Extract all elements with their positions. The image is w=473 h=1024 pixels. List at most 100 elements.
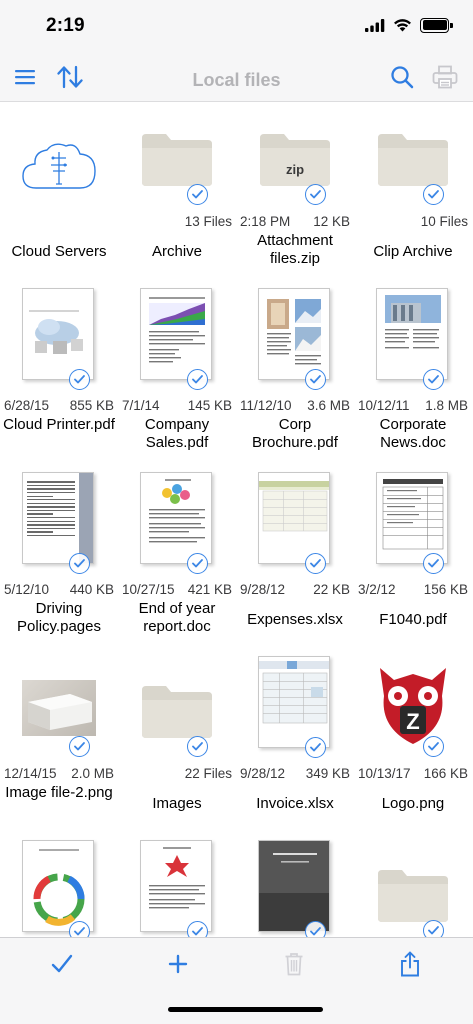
document-thumbnail[interactable]	[22, 472, 94, 564]
file-thumbnail[interactable]	[118, 286, 236, 396]
file-item[interactable]: Cloud Servers	[0, 102, 118, 286]
file-meta: 10/27/15 421 KB	[118, 582, 236, 598]
file-meta: 2:18 PM 12 KB	[236, 214, 354, 230]
file-item[interactable]	[0, 838, 118, 938]
search-button[interactable]	[387, 62, 417, 92]
selection-circle[interactable]	[69, 921, 90, 938]
document-thumbnail[interactable]	[22, 288, 94, 380]
file-item[interactable]: 7/1/14 145 KB Company Sales.pdf	[118, 286, 236, 470]
document-thumbnail[interactable]	[258, 840, 330, 932]
file-date: 3/2/12	[358, 582, 396, 597]
share-button[interactable]	[395, 949, 425, 979]
file-item[interactable]: 12/14/15 2.0 MB Image file-2.png	[0, 654, 118, 838]
file-item[interactable]: 5/12/10 440 KB Driving Policy.pages	[0, 470, 118, 654]
file-thumbnail[interactable]	[118, 838, 236, 938]
selection-circle[interactable]	[69, 553, 90, 574]
file-item[interactable]: 13 Files Archive	[118, 102, 236, 286]
document-thumbnail[interactable]	[376, 472, 448, 564]
checkmark-icon	[51, 954, 73, 973]
selection-circle[interactable]	[305, 737, 326, 758]
file-item[interactable]: 10/12/11 1.8 MB Corporate News.doc	[354, 286, 472, 470]
selection-circle[interactable]	[187, 369, 208, 390]
image-thumbnail[interactable]	[22, 680, 96, 736]
file-thumbnail[interactable]	[0, 286, 118, 396]
file-item[interactable]	[354, 838, 472, 938]
selection-circle[interactable]	[69, 369, 90, 390]
selection-circle[interactable]	[187, 921, 208, 938]
print-button[interactable]	[430, 62, 460, 92]
document-thumbnail[interactable]	[376, 288, 448, 380]
select-button[interactable]	[47, 949, 77, 979]
file-thumbnail[interactable]	[354, 470, 472, 580]
zip-label: zip	[285, 162, 305, 177]
document-thumbnail[interactable]	[22, 840, 94, 932]
file-item[interactable]: 11/12/10 3.6 MB Corp Brochure.pdf	[236, 286, 354, 470]
selection-circle[interactable]	[305, 921, 326, 938]
file-thumbnail[interactable]	[118, 654, 236, 764]
file-item[interactable]: 10 Files Clip Archive	[354, 102, 472, 286]
selection-circle[interactable]	[305, 184, 326, 205]
wifi-icon	[394, 19, 411, 32]
selection-circle[interactable]	[305, 369, 326, 390]
selection-circle[interactable]	[187, 553, 208, 574]
file-item[interactable]: 6/28/15 855 KB Cloud Printer.pdf	[0, 286, 118, 470]
file-item[interactable]: 9/28/12 349 KB Invoice.xlsx	[236, 654, 354, 838]
selection-circle[interactable]	[187, 184, 208, 205]
checkmark-icon	[74, 742, 85, 751]
file-size: 421 KB	[187, 582, 232, 597]
file-thumbnail[interactable]	[236, 838, 354, 938]
checkmark-icon	[74, 927, 85, 936]
file-thumbnail[interactable]: zip	[236, 102, 354, 212]
file-date: 10/13/17	[358, 766, 411, 781]
delete-button[interactable]	[279, 949, 309, 979]
file-thumbnail[interactable]	[236, 470, 354, 580]
file-item[interactable]: zip 2:18 PM 12 KB Attachment files.zip	[236, 102, 354, 286]
file-thumbnail[interactable]	[0, 654, 118, 764]
file-thumbnail[interactable]	[0, 470, 118, 580]
file-name: Logo.png	[381, 795, 445, 812]
file-thumbnail[interactable]	[118, 102, 236, 212]
file-meta: 6/28/15 855 KB	[0, 398, 118, 414]
selection-circle[interactable]	[423, 184, 444, 205]
file-item[interactable]: 10/27/15 421 KB End of year report.doc	[118, 470, 236, 654]
checkmark-icon	[428, 742, 439, 751]
document-thumbnail[interactable]	[140, 840, 212, 932]
file-item[interactable]	[118, 838, 236, 938]
document-thumbnail[interactable]	[140, 288, 212, 380]
document-thumbnail[interactable]	[258, 472, 330, 564]
file-thumbnail[interactable]	[0, 838, 118, 938]
file-meta: 22 Files	[118, 766, 236, 782]
file-date: 2:18 PM	[240, 214, 291, 229]
file-thumbnail[interactable]	[354, 286, 472, 396]
file-item[interactable]: Z 10/13/17 166 KB Logo.png	[354, 654, 472, 838]
logo-thumbnail[interactable]: Z	[374, 658, 452, 750]
file-date: 7/1/14	[122, 398, 160, 413]
selection-circle[interactable]	[187, 736, 208, 757]
document-thumbnail[interactable]	[258, 288, 330, 380]
file-thumbnail[interactable]	[118, 470, 236, 580]
add-button[interactable]	[163, 949, 193, 979]
file-item[interactable]: 3/2/12 156 KB F1040.pdf	[354, 470, 472, 654]
selection-circle[interactable]	[423, 736, 444, 757]
selection-circle[interactable]	[423, 553, 444, 574]
trash-icon	[285, 953, 303, 976]
selection-circle[interactable]	[423, 369, 444, 390]
file-item[interactable]: 9/28/12 22 KB Expenses.xlsx	[236, 470, 354, 654]
document-thumbnail[interactable]	[258, 656, 330, 748]
selection-circle[interactable]	[423, 920, 444, 938]
file-name: Clip Archive	[373, 243, 453, 260]
file-thumbnail[interactable]	[354, 102, 472, 212]
document-thumbnail[interactable]	[140, 472, 212, 564]
folder-icon	[142, 686, 212, 738]
file-thumbnail[interactable]	[0, 102, 118, 212]
file-item[interactable]: 22 Files Images	[118, 654, 236, 838]
selection-circle[interactable]	[69, 736, 90, 757]
file-thumbnail[interactable]	[236, 654, 354, 764]
file-thumbnail[interactable]	[354, 838, 472, 938]
file-meta: 13 Files	[118, 214, 236, 230]
file-thumbnail[interactable]	[236, 286, 354, 396]
file-item[interactable]	[236, 838, 354, 938]
selection-circle[interactable]	[305, 553, 326, 574]
checkmark-icon	[310, 375, 321, 384]
file-thumbnail[interactable]: Z	[354, 654, 472, 764]
